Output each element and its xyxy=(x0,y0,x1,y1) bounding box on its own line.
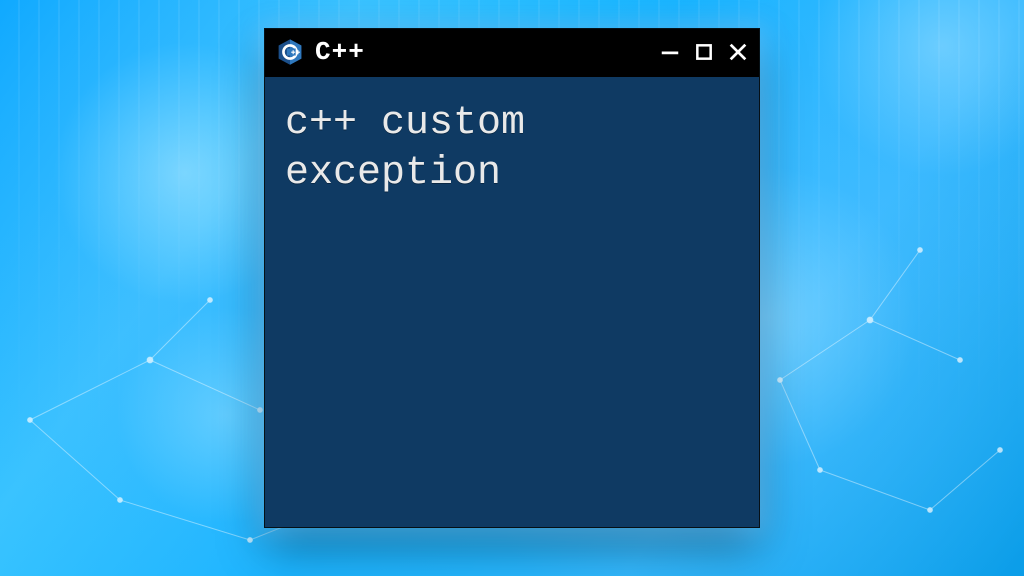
titlebar[interactable]: C++ xyxy=(265,29,759,75)
terminal-body[interactable]: c++ custom exception xyxy=(265,75,759,527)
cpp-logo-icon xyxy=(275,37,305,67)
window-controls xyxy=(659,41,749,63)
maximize-button[interactable] xyxy=(693,41,715,63)
background: C++ c++ custom exception xyxy=(0,0,1024,576)
window-title: C++ xyxy=(315,37,649,67)
close-button[interactable] xyxy=(727,41,749,63)
terminal-content: c++ custom exception xyxy=(285,99,739,198)
terminal-window: C++ c++ custom exception xyxy=(265,29,759,527)
minimize-button[interactable] xyxy=(659,41,681,63)
